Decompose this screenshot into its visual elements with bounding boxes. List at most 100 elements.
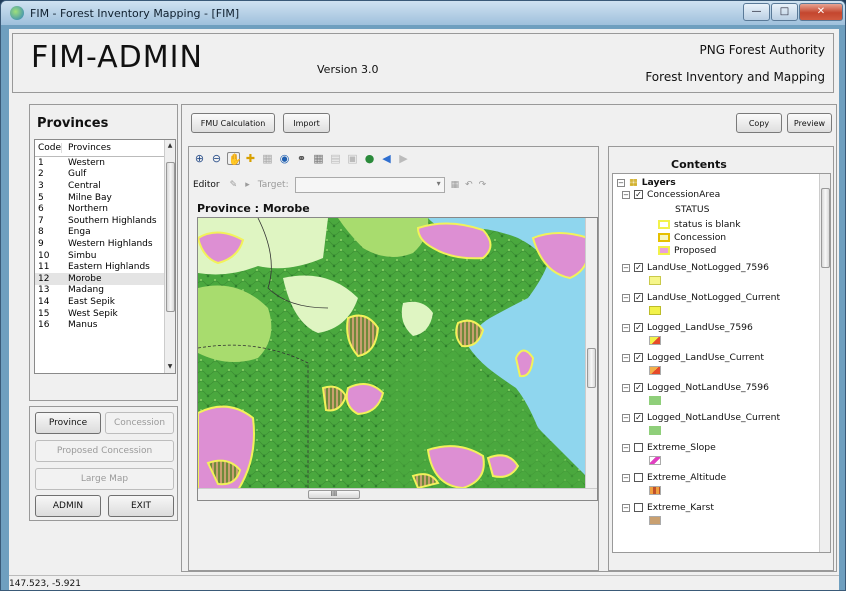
- layer-checkbox[interactable]: ✓: [634, 383, 643, 392]
- select-features-icon[interactable]: ▦: [261, 152, 274, 165]
- map-view[interactable]: III: [197, 217, 598, 501]
- layer-checkbox[interactable]: ✓: [634, 413, 643, 422]
- map-horizontal-scrollbar[interactable]: III: [198, 488, 597, 500]
- layer-item[interactable]: − ✓ Logged_NotLandUse_7596: [622, 382, 769, 393]
- collapse-icon[interactable]: −: [622, 473, 630, 482]
- pan-hand-icon[interactable]: ✋: [227, 152, 242, 166]
- clear-selection-icon[interactable]: ▤: [329, 152, 342, 165]
- province-row[interactable]: 13 Madang: [35, 285, 175, 297]
- col-code-header[interactable]: Code: [35, 143, 62, 153]
- layer-item[interactable]: − ✓ LandUse_NotLogged_7596: [622, 262, 769, 273]
- contents-scrollbar[interactable]: [819, 174, 830, 552]
- province-row[interactable]: 15 West Sepik: [35, 308, 175, 320]
- exit-button[interactable]: EXIT: [108, 495, 174, 517]
- provinces-scrollbar[interactable]: ▲ ▼: [164, 140, 175, 373]
- province-row[interactable]: 6 Northern: [35, 203, 175, 215]
- collapse-icon[interactable]: −: [622, 293, 630, 302]
- attributes-icon: ▦: [450, 180, 460, 190]
- province-row[interactable]: 11 Eastern Highlands: [35, 261, 175, 273]
- map-canvas[interactable]: [198, 218, 598, 501]
- scroll-down-arrow-icon[interactable]: ▼: [165, 362, 175, 372]
- layer-checkbox[interactable]: [634, 503, 643, 512]
- layer-checkbox[interactable]: [634, 443, 643, 452]
- zoom-out-icon[interactable]: ⊖: [210, 152, 223, 165]
- copy-button[interactable]: Copy: [736, 113, 782, 133]
- contents-scroll-thumb[interactable]: [821, 188, 830, 268]
- full-extent-icon[interactable]: ✚: [244, 152, 257, 165]
- province-button[interactable]: Province: [35, 412, 101, 434]
- refresh-icon[interactable]: ▣: [346, 152, 359, 165]
- collapse-icon[interactable]: −: [622, 383, 630, 392]
- province-name: Southern Highlands: [68, 215, 157, 226]
- layer-item[interactable]: − Extreme_Altitude: [622, 472, 726, 483]
- collapse-icon[interactable]: −: [622, 443, 630, 452]
- layer-symbol: [649, 366, 661, 375]
- province-row[interactable]: 7 Southern Highlands: [35, 215, 175, 227]
- admin-button[interactable]: ADMIN: [35, 495, 101, 517]
- globe-icon[interactable]: ●: [363, 152, 376, 165]
- province-name: East Sepik: [68, 296, 115, 307]
- province-row[interactable]: 16 Manus: [35, 319, 175, 331]
- layer-item[interactable]: − ✓ Logged_LandUse_Current: [622, 352, 764, 363]
- identify-icon[interactable]: ◉: [278, 152, 291, 165]
- close-button[interactable]: ✕: [799, 3, 843, 21]
- province-row[interactable]: 10 Simbu: [35, 250, 175, 262]
- layers-folder-icon: ▦: [629, 177, 638, 188]
- layers-root[interactable]: − ▦ Layers: [617, 177, 676, 188]
- fmu-calculation-button[interactable]: FMU Calculation: [191, 113, 275, 133]
- measure-icon[interactable]: ▦: [312, 152, 325, 165]
- map-vscroll-thumb[interactable]: [587, 348, 596, 388]
- province-row[interactable]: 8 Enga: [35, 227, 175, 239]
- col-provinces-header[interactable]: Provinces: [62, 143, 111, 153]
- provinces-table[interactable]: Code Provinces 1 Western 2 Gulf 3 Central 5 Mil…: [34, 139, 176, 374]
- layer-item[interactable]: − ✓ Logged_NotLandUse_Current: [622, 412, 780, 423]
- map-vertical-scrollbar[interactable]: [585, 218, 597, 490]
- minimize-button[interactable]: —: [743, 3, 770, 21]
- province-code: 7: [38, 215, 44, 226]
- collapse-icon[interactable]: −: [622, 263, 630, 272]
- layer-swatch-icon: [649, 396, 661, 405]
- layer-checkbox[interactable]: [634, 473, 643, 482]
- province-row[interactable]: 2 Gulf: [35, 169, 175, 181]
- map-hscroll-thumb[interactable]: III: [308, 490, 360, 499]
- collapse-icon[interactable]: −: [617, 178, 625, 187]
- province-row[interactable]: 14 East Sepik: [35, 296, 175, 308]
- provinces-scroll-thumb[interactable]: [166, 162, 175, 312]
- preview-button[interactable]: Preview: [787, 113, 832, 133]
- province-row[interactable]: 9 Western Highlands: [35, 238, 175, 250]
- maximize-button[interactable]: □: [771, 3, 798, 21]
- find-binoculars-icon[interactable]: ⚭: [295, 152, 308, 165]
- province-row[interactable]: 5 Milne Bay: [35, 192, 175, 204]
- layer-item[interactable]: − ✓ Logged_LandUse_7596: [622, 322, 753, 333]
- scroll-up-arrow-icon[interactable]: ▲: [165, 141, 175, 151]
- layer-item[interactable]: − ✓ LandUse_NotLogged_Current: [622, 292, 780, 303]
- forward-arrow-icon[interactable]: ▶: [397, 152, 410, 165]
- concession-button[interactable]: Concession: [105, 412, 174, 434]
- import-button[interactable]: Import: [283, 113, 330, 133]
- back-arrow-icon[interactable]: ◀: [380, 152, 393, 165]
- layer-checkbox[interactable]: ✓: [634, 323, 643, 332]
- collapse-icon[interactable]: −: [622, 353, 630, 362]
- layer-item[interactable]: − Extreme_Karst: [622, 502, 714, 513]
- collapse-icon[interactable]: −: [622, 413, 630, 422]
- province-row[interactable]: 12 Morobe: [35, 272, 175, 285]
- layer-checkbox[interactable]: ✓: [634, 353, 643, 362]
- zoom-in-icon[interactable]: ⊕: [193, 152, 206, 165]
- editor-menu[interactable]: Editor: [193, 180, 220, 190]
- collapse-icon[interactable]: −: [622, 190, 630, 199]
- layer-checkbox[interactable]: ✓: [634, 293, 643, 302]
- layer-name: Extreme_Karst: [647, 502, 714, 513]
- app-header: FIM-ADMIN Version 3.0 PNG Forest Authori…: [12, 33, 834, 93]
- layer-item[interactable]: − ✓ ConcessionArea: [622, 189, 720, 200]
- province-row[interactable]: 3 Central: [35, 180, 175, 192]
- collapse-icon[interactable]: −: [622, 503, 630, 512]
- proposed-concession-button[interactable]: Proposed Concession: [35, 440, 174, 462]
- target-dropdown[interactable]: [294, 177, 445, 193]
- layer-item[interactable]: − Extreme_Slope: [622, 442, 716, 453]
- layer-checkbox[interactable]: ✓: [634, 190, 643, 199]
- province-row[interactable]: 1 Western: [35, 157, 175, 169]
- table-of-contents[interactable]: − ▦ Layers − ✓ ConcessionArea STATUS status …: [612, 173, 831, 553]
- large-map-button[interactable]: Large Map: [35, 468, 174, 490]
- collapse-icon[interactable]: −: [622, 323, 630, 332]
- layer-checkbox[interactable]: ✓: [634, 263, 643, 272]
